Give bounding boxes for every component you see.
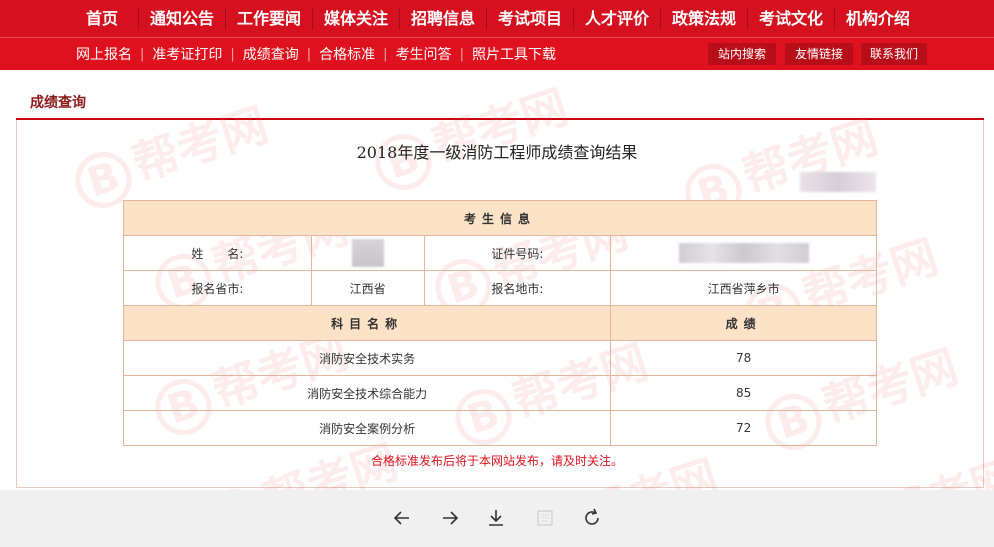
- id-value: [610, 235, 877, 271]
- nav-media[interactable]: 媒体关注: [313, 0, 399, 37]
- nav-about[interactable]: 机构介绍: [835, 0, 921, 37]
- id-label: 证件号码:: [423, 235, 612, 271]
- location-label: 报名地市:: [423, 270, 612, 306]
- redacted-block: [800, 172, 876, 192]
- contact-us-button[interactable]: 联系我们: [861, 43, 927, 65]
- nav-policy[interactable]: 政策法规: [661, 0, 747, 37]
- score-cell: 85: [610, 375, 877, 411]
- page-title: 2018年度一级消防工程师成绩查询结果: [356, 143, 638, 162]
- subnav-faq[interactable]: 考生问答: [388, 44, 460, 64]
- sub-nav: 网上报名 | 准考证打印 | 成绩查询 | 合格标准 | 考生问答 | 照片工具…: [0, 37, 994, 70]
- table-row: 科目名称 成绩: [122, 305, 877, 341]
- location-value: 江西省萍乡市: [610, 270, 877, 306]
- score-header: 成绩: [610, 305, 877, 341]
- notice-text: 合格标准发布后将于本网站发布，请及时关注。: [370, 454, 623, 468]
- subnav-photo-tool[interactable]: 照片工具下载: [464, 44, 564, 64]
- subject-cell: 消防安全技术综合能力: [122, 375, 612, 411]
- site-search-button[interactable]: 站内搜索: [708, 43, 776, 65]
- breadcrumb: 成绩查询: [30, 95, 86, 111]
- score-table: 考生信息 姓 名: 证件号码: 报名省市: 江西省 报名地市: 江西省萍乡市 科…: [122, 200, 877, 446]
- table-row: 消防安全技术综合能力 85: [122, 375, 877, 411]
- table-row: 消防安全技术实务 78: [122, 340, 877, 376]
- nav-talent[interactable]: 人才评价: [574, 0, 660, 37]
- sub-nav-links: 网上报名 | 准考证打印 | 成绩查询 | 合格标准 | 考生问答 | 照片工具…: [68, 38, 564, 70]
- name-label: 姓 名:: [123, 235, 312, 271]
- nav-home[interactable]: 首页: [66, 0, 138, 37]
- table-row: 姓 名: 证件号码:: [123, 235, 877, 271]
- subnav-score-query[interactable]: 成绩查询: [235, 44, 307, 64]
- friend-links-button[interactable]: 友情链接: [785, 43, 853, 65]
- subnav-online-registration[interactable]: 网上报名: [68, 44, 140, 64]
- nav-exams[interactable]: 考试项目: [487, 0, 573, 37]
- redacted-name: [351, 239, 384, 267]
- page-icon[interactable]: [535, 508, 555, 528]
- nav-news[interactable]: 工作要闻: [226, 0, 312, 37]
- subnav-pass-standard[interactable]: 合格标准: [311, 44, 383, 64]
- name-value: [310, 235, 425, 271]
- top-nav: 首页 通知公告 工作要闻 媒体关注 招聘信息 考试项目 人才评价 政策法规 考试…: [0, 0, 994, 37]
- redacted-id: [678, 243, 809, 263]
- province-label: 报名省市:: [123, 270, 312, 306]
- candidate-info-header: 考生信息: [123, 200, 877, 236]
- refresh-icon[interactable]: [582, 508, 602, 528]
- province-value: 江西省: [310, 270, 425, 306]
- table-row: 考生信息: [123, 200, 877, 236]
- download-icon[interactable]: [486, 508, 506, 528]
- subject-header: 科目名称: [122, 305, 612, 341]
- subject-cell: 消防安全技术实务: [122, 340, 612, 376]
- nav-notices[interactable]: 通知公告: [139, 0, 225, 37]
- arrow-left-icon[interactable]: [392, 508, 412, 528]
- table-row: 消防安全案例分析 72: [122, 410, 877, 446]
- table-row: 报名省市: 江西省 报名地市: 江西省萍乡市: [123, 270, 877, 306]
- subject-cell: 消防安全案例分析: [122, 410, 612, 446]
- nav-culture[interactable]: 考试文化: [748, 0, 834, 37]
- score-cell: 78: [610, 340, 877, 376]
- nav-recruitment[interactable]: 招聘信息: [400, 0, 486, 37]
- arrow-right-icon[interactable]: [440, 508, 460, 528]
- score-cell: 72: [610, 410, 877, 446]
- subnav-admission-ticket[interactable]: 准考证打印: [144, 44, 230, 64]
